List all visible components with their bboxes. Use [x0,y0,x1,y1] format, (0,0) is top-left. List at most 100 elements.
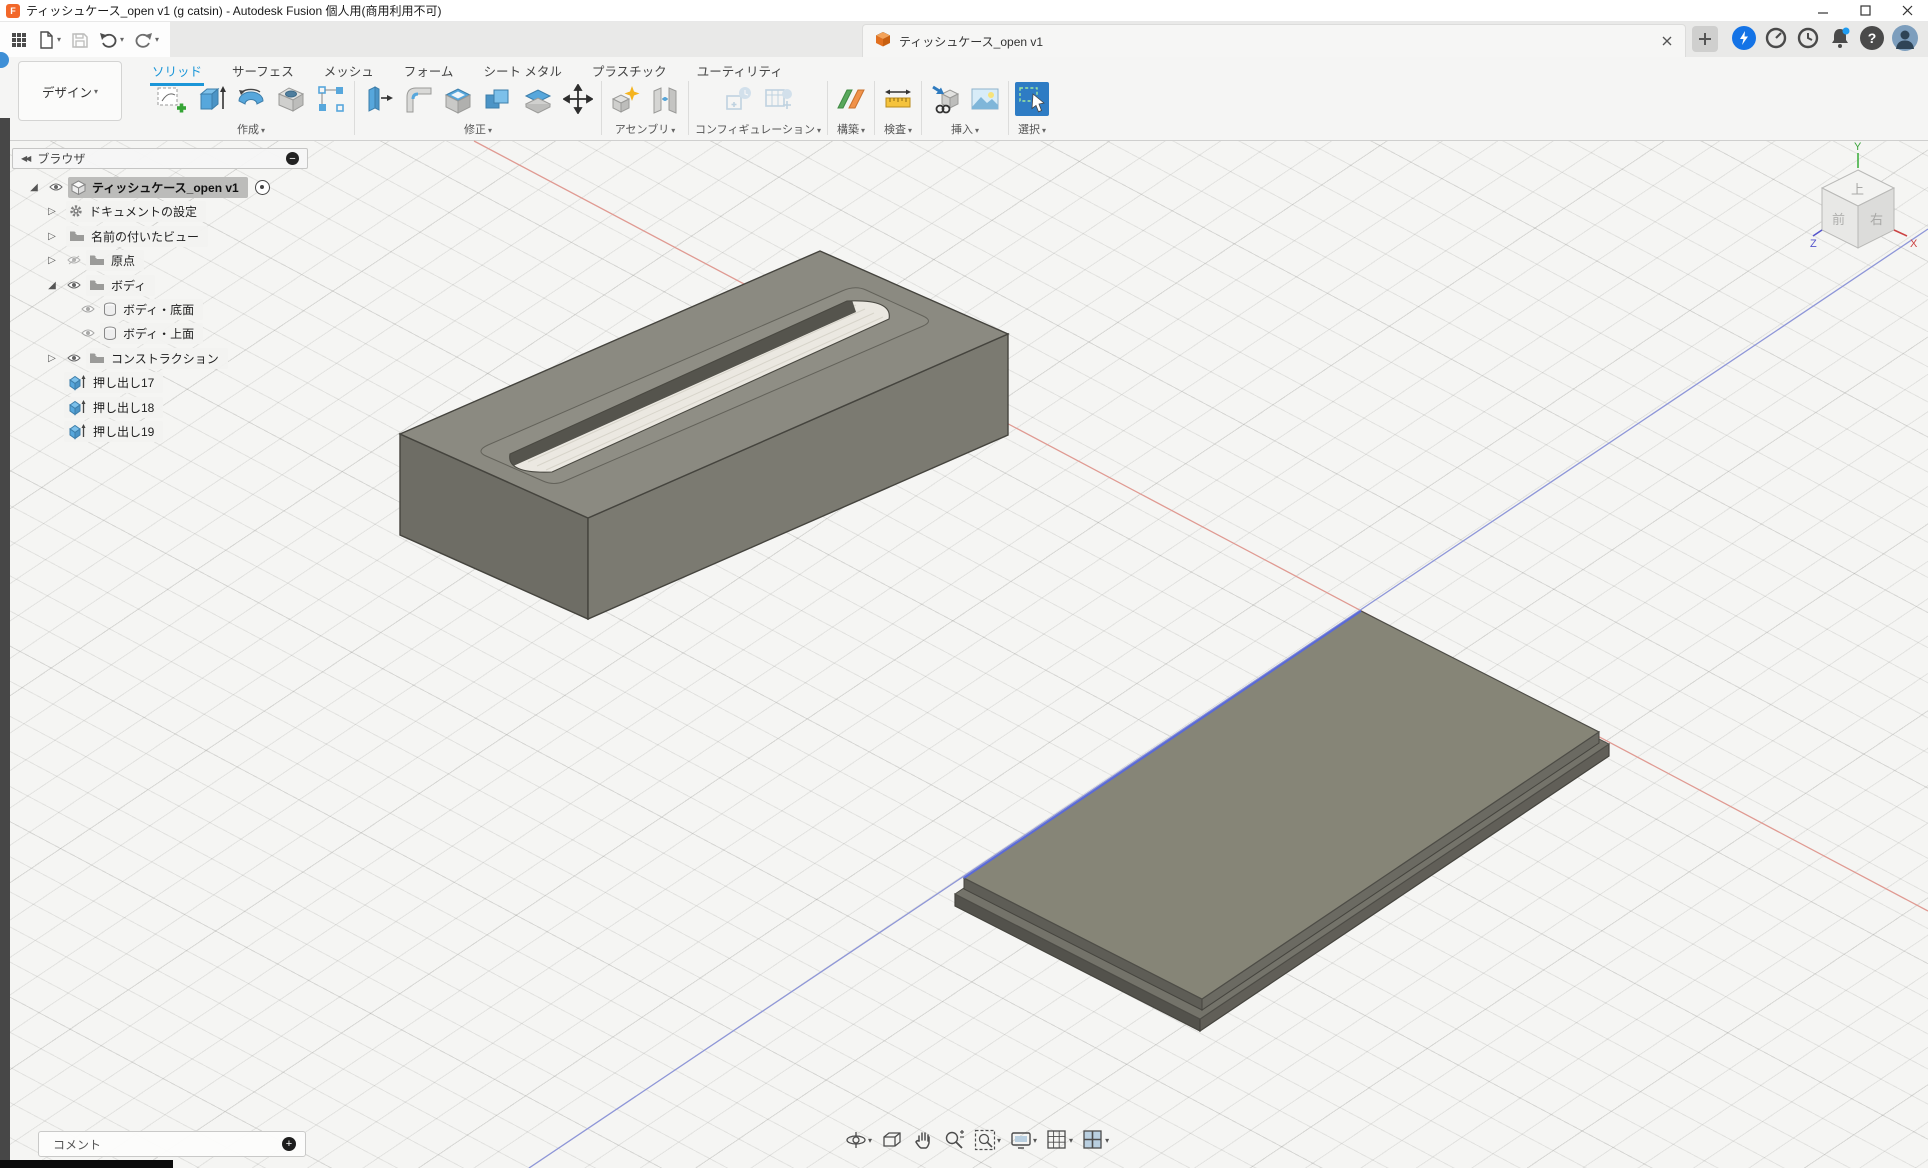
file-menu-icon[interactable] [34,27,64,53]
browser-item-bodies[interactable]: ◢ ボディ [24,274,155,296]
browser-item-origin[interactable]: ▷ 原点 [24,249,144,271]
insert-group-label[interactable]: 挿入 [951,121,979,137]
browser-item-extrude19[interactable]: 押し出し19 [24,420,163,442]
workspace-label: デザイン [42,82,92,101]
close-tab-icon[interactable] [1657,31,1677,51]
move-copy-button[interactable] [561,82,595,116]
visibility-off-icon[interactable] [66,255,82,265]
orbit-icon[interactable] [845,1129,872,1151]
folder-icon [69,230,85,242]
browser-item-root[interactable]: ◢ ティッシュケース_open v1 [24,176,270,198]
viewports-icon[interactable] [1082,1129,1109,1151]
z-axis-label: Z [1810,238,1817,250]
expand-toggle-icon[interactable]: ▷ [44,255,60,266]
navigation-toolbar [845,1127,1109,1153]
browser-item-extrude17[interactable]: 押し出し17 [24,371,163,393]
pattern-button[interactable] [314,82,348,116]
collapse-panel-icon[interactable]: ◀◀ [21,154,29,163]
left-edge-strip [0,118,10,1168]
expand-toggle-icon[interactable]: ◢ [26,182,42,193]
tree-item-label: ボディ [111,277,146,294]
ribbon-group-construct: 構築 [828,79,874,137]
help-icon[interactable]: ? [1860,26,1884,50]
job-status-icon[interactable] [1764,26,1788,50]
grid-settings-icon[interactable] [1046,1129,1073,1151]
configure-button[interactable] [721,82,755,116]
comment-bar[interactable]: コメント + [38,1131,306,1157]
tissue-case-base-plate[interactable] [955,611,1609,1031]
browser-item-named-views[interactable]: ▷ 名前の付いたビュー [24,225,208,247]
undo-icon[interactable] [96,27,127,53]
create-group-label[interactable]: 作成 [237,121,265,137]
look-at-icon[interactable] [881,1129,903,1151]
redo-icon[interactable] [131,27,162,53]
zoom-icon[interactable] [943,1129,965,1151]
expand-toggle-icon[interactable]: ▷ [44,353,60,364]
expand-toggle-icon[interactable]: ▷ [44,231,60,242]
document-tab[interactable]: ティッシュケース_open v1 [862,24,1686,57]
hole-button[interactable] [274,82,308,116]
account-avatar[interactable] [1892,25,1918,51]
visibility-eye-icon[interactable] [48,182,64,192]
component-icon [71,180,86,195]
create-sketch-button[interactable] [154,82,188,116]
visibility-eye-icon[interactable] [66,280,82,290]
new-tab-button[interactable] [1692,26,1718,52]
viewcube-z-axis [1813,230,1822,236]
pan-icon[interactable] [912,1129,934,1151]
assembly-group-label[interactable]: アセンブリ [615,121,675,137]
comment-label: コメント [53,1136,101,1153]
add-comment-icon[interactable]: + [282,1137,296,1151]
configuration-table-button[interactable] [761,82,795,116]
view-cube[interactable]: 上 前 右 Y Z X [1810,140,1928,260]
select-button[interactable] [1015,82,1049,116]
expand-toggle-icon[interactable]: ◢ [44,280,60,291]
close-window-button[interactable] [1886,0,1928,22]
configuration-group-label[interactable]: コンフィギュレーション [695,121,821,137]
offset-face-button[interactable] [521,82,555,116]
inspect-group-label[interactable]: 検査 [884,121,912,137]
revolve-button[interactable] [234,82,268,116]
browser-item-body-top[interactable]: ボディ・上面 [24,322,203,344]
notifications-icon[interactable] [1828,26,1852,50]
fit-icon[interactable] [974,1129,1001,1151]
construction-plane-button[interactable] [834,82,868,116]
app-grid-icon[interactable] [8,27,30,53]
select-group-label[interactable]: 選択 [1018,121,1046,137]
extensions-icon[interactable] [1732,26,1756,50]
browser-item-extrude18[interactable]: 押し出し18 [24,396,163,418]
construct-group-label[interactable]: 構築 [837,121,865,137]
visibility-eye-icon[interactable] [66,353,82,363]
save-icon[interactable] [68,27,92,53]
new-component-button[interactable] [608,82,642,116]
window-title: ティッシュケース_open v1 (g catsin) - Autodesk F… [26,2,441,19]
workspace-selector[interactable]: デザイン [18,61,122,121]
measure-button[interactable] [881,82,915,116]
activate-component-radio[interactable] [255,180,270,195]
insert-object-button[interactable] [928,82,962,116]
browser-item-body-bottom[interactable]: ボディ・底面 [24,298,203,320]
visibility-eye-icon[interactable] [80,328,96,338]
modify-group-label[interactable]: 修正 [464,121,492,137]
viewcube-x-axis [1894,230,1907,236]
tree-item-label: ボディ・底面 [123,301,194,318]
extrude-button[interactable] [194,82,228,116]
fillet-button[interactable] [401,82,435,116]
maximize-button[interactable] [1844,0,1886,22]
visibility-eye-icon[interactable] [80,304,96,314]
tissue-case-top-cover[interactable] [400,251,1008,619]
browser-item-document-settings[interactable]: ▷ ドキュメントの設定 [24,200,206,222]
expand-toggle-icon[interactable]: ▷ [44,206,60,217]
minimize-panel-icon[interactable]: − [286,152,299,165]
minimize-button[interactable] [1802,0,1844,22]
version-history-icon[interactable] [1796,26,1820,50]
combine-button[interactable] [481,82,515,116]
shell-button[interactable] [441,82,475,116]
canvas-button[interactable] [968,82,1002,116]
browser-item-construction[interactable]: ▷ コンストラクション [24,347,228,369]
joint-button[interactable] [648,82,682,116]
press-pull-button[interactable] [361,82,395,116]
tree-item-label: ボディ・上面 [123,325,194,342]
display-settings-icon[interactable] [1010,1129,1037,1151]
browser-panel-header[interactable]: ◀◀ ブラウザ − [12,148,308,169]
